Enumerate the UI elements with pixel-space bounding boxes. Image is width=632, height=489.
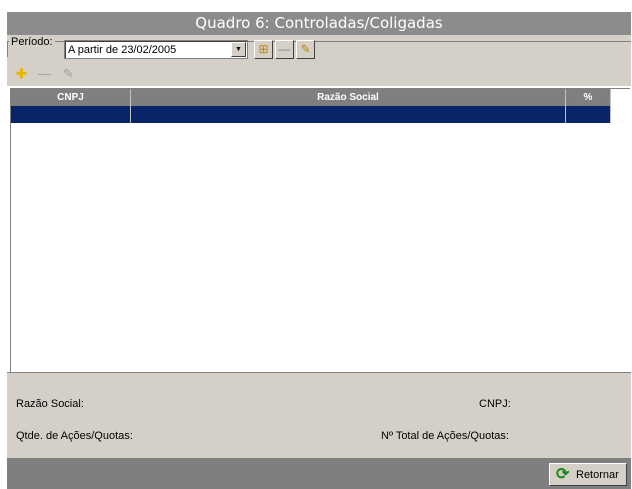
column-header-percent[interactable]: % (566, 89, 611, 106)
qtde-label: Qtde. de Ações/Quotas: (16, 430, 133, 442)
cell-percent[interactable] (566, 106, 611, 123)
razao-social-label: Razão Social: (16, 398, 84, 410)
window-title: Quadro 6: Controladas/Coligadas (7, 12, 631, 35)
retornar-button[interactable]: ⟳ Retornar (549, 463, 627, 486)
edit-icon[interactable]: ✎ (63, 67, 74, 81)
table-row[interactable] (11, 106, 611, 123)
cell-razao-social[interactable] (131, 106, 566, 123)
minus-icon[interactable]: — (275, 40, 294, 59)
remove-icon[interactable]: — (38, 67, 51, 81)
pencil-icon[interactable]: ✎ (296, 40, 315, 59)
column-header-razao-social[interactable]: Razão Social (131, 89, 566, 106)
periodo-label: Período: (9, 36, 55, 48)
add-icon[interactable]: ✚ (16, 67, 27, 81)
cell-cnpj[interactable] (11, 106, 131, 123)
column-header-cnpj[interactable]: CNPJ (11, 89, 131, 106)
calendar-add-icon[interactable]: ⊞ (254, 40, 273, 59)
companies-grid[interactable]: CNPJ Razão Social % (10, 88, 630, 372)
periodo-value: A partir de 23/02/2005 (68, 44, 177, 56)
refresh-icon: ⟳ (556, 466, 570, 483)
periodo-panel: Período: A partir de 23/02/2005 ▼ ⊞ — ✎ … (7, 35, 631, 86)
periodo-select[interactable]: A partir de 23/02/2005 ▼ (64, 40, 248, 59)
footer-bar: ⟳ Retornar (7, 458, 631, 489)
details-panel: Razão Social: CNPJ: Qtde. de Ações/Quota… (7, 372, 631, 458)
grid-header: CNPJ Razão Social % (11, 89, 611, 106)
cnpj-label: CNPJ: (479, 398, 511, 410)
total-label: Nº Total de Ações/Quotas: (381, 430, 509, 442)
retornar-label: Retornar (576, 469, 619, 481)
chevron-down-icon[interactable]: ▼ (231, 42, 246, 57)
